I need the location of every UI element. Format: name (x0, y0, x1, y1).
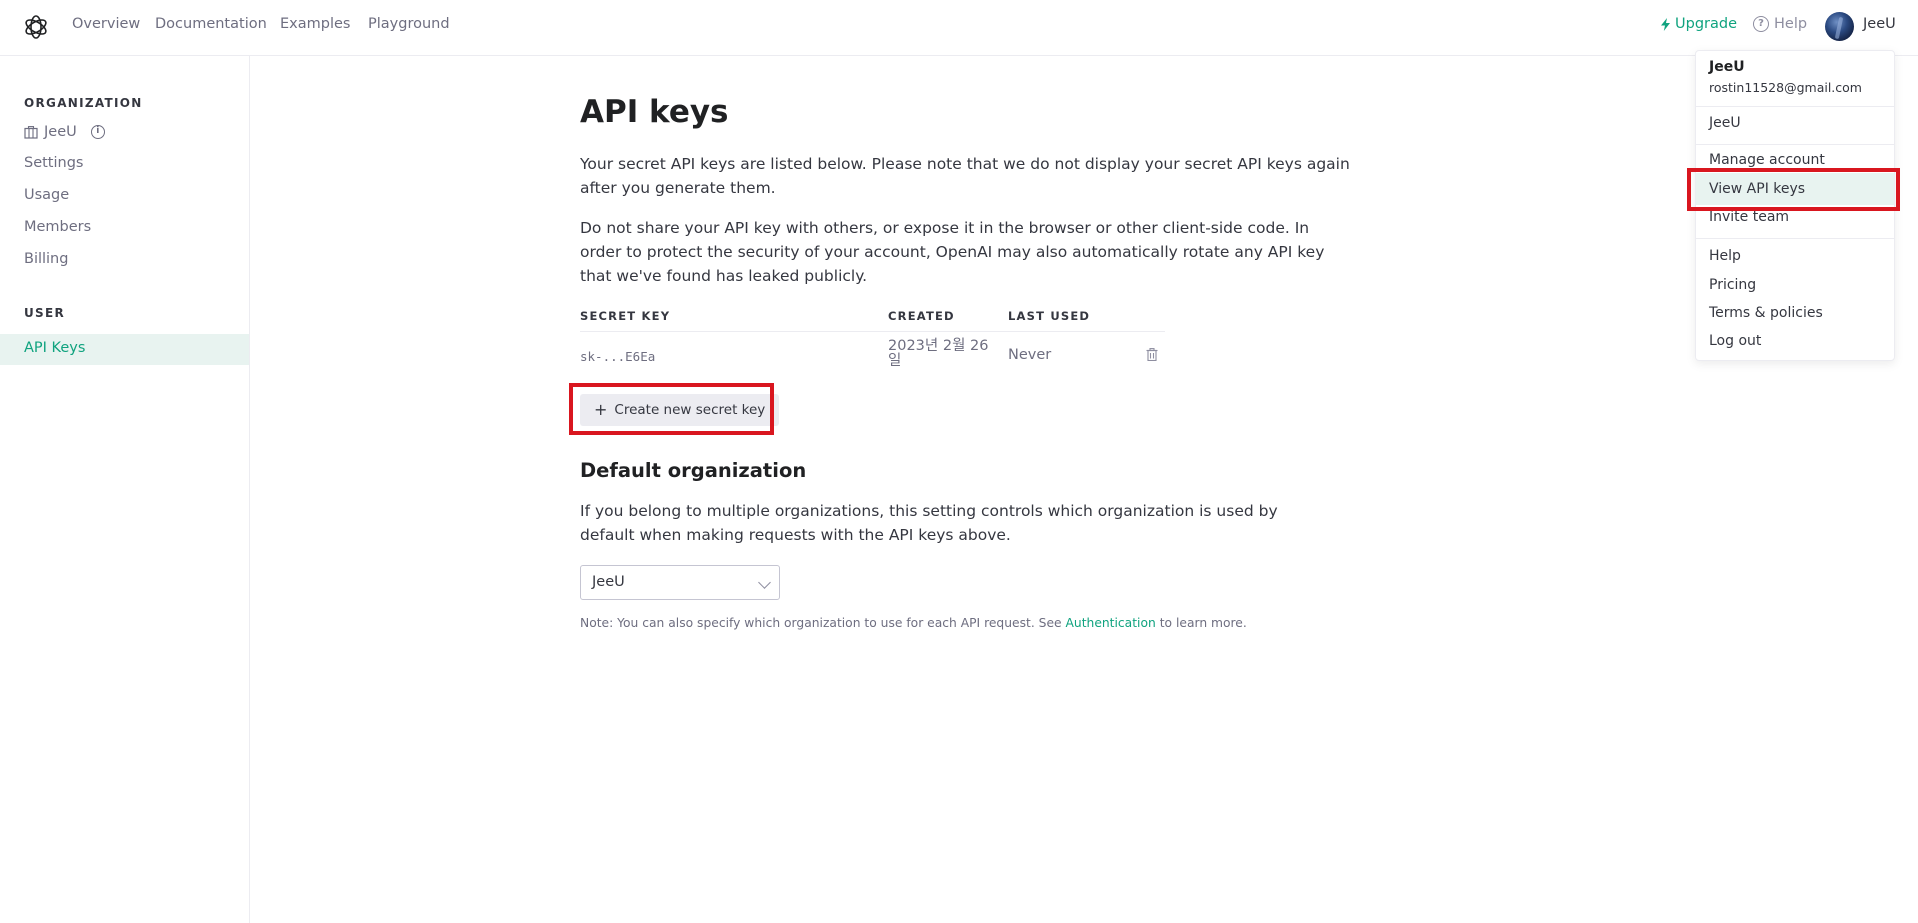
page-title: API keys (580, 94, 729, 130)
avatar[interactable] (1825, 12, 1854, 41)
sidebar-item-billing[interactable]: Billing (24, 251, 68, 267)
user-menu-name[interactable]: JeeU (1863, 16, 1896, 32)
column-header-created: CREATED (888, 309, 955, 323)
intro-paragraph: Your secret API keys are listed below. P… (580, 155, 1350, 197)
menu-divider (1696, 144, 1894, 145)
highlight-box-create-button (569, 383, 774, 435)
chevron-down-icon (758, 576, 771, 589)
created-date: 2023년 2월 26일 (888, 338, 989, 369)
info-icon[interactable]: i (90, 125, 105, 139)
lightning-icon (1661, 17, 1670, 31)
nav-playground-link[interactable]: Playground (368, 16, 450, 32)
note-suffix: to learn more. (1159, 616, 1247, 630)
default-org-select[interactable]: JeeU (580, 565, 780, 600)
column-header-secret-key: SECRET KEY (580, 309, 671, 323)
sidebar-org-name: JeeU (44, 124, 77, 140)
sidebar-item-usage[interactable]: Usage (24, 187, 69, 203)
secret-key-value: sk-...E6Ea (580, 349, 656, 364)
help-button[interactable]: ? Help (1753, 16, 1807, 32)
menu-item-org[interactable]: JeeU (1709, 115, 1741, 131)
menu-user-email: rostin11528@gmail.com (1709, 80, 1862, 95)
sidebar-user-heading: USER (24, 306, 66, 320)
menu-item-pricing[interactable]: Pricing (1709, 277, 1756, 293)
note-prefix: Note: You can also specify which organiz… (580, 616, 1062, 630)
security-warning-paragraph: Do not share your API key with others, o… (580, 219, 1325, 285)
top-navbar: Overview Documentation Examples Playgrou… (0, 0, 1918, 56)
menu-user-name: JeeU (1709, 59, 1745, 75)
upgrade-label: Upgrade (1675, 16, 1737, 32)
menu-item-manage-account[interactable]: Manage account (1709, 152, 1825, 168)
question-circle-icon: ? (1753, 16, 1769, 32)
building-icon (24, 125, 38, 139)
authentication-note: Note: You can also specify which organiz… (580, 616, 1247, 630)
openai-logo-icon[interactable] (22, 13, 50, 41)
sidebar-item-members[interactable]: Members (24, 219, 91, 235)
upgrade-button[interactable]: Upgrade (1660, 16, 1737, 32)
menu-item-help[interactable]: Help (1709, 248, 1741, 264)
menu-item-log-out[interactable]: Log out (1709, 333, 1761, 349)
sidebar-org-selector[interactable]: JeeU i (24, 124, 105, 140)
sidebar-item-api-keys[interactable]: API Keys (0, 334, 249, 365)
nav-examples-link[interactable]: Examples (280, 16, 350, 32)
sidebar-org-heading: ORGANIZATION (24, 96, 143, 110)
highlight-box-view-api-keys (1687, 168, 1900, 211)
nav-documentation-link[interactable]: Documentation (155, 16, 267, 32)
sidebar: ORGANIZATION JeeU i Settings Usage Membe… (0, 56, 250, 923)
authentication-link[interactable]: Authentication (1066, 616, 1156, 630)
column-header-last-used: LAST USED (1008, 309, 1091, 323)
menu-divider (1696, 238, 1894, 239)
help-label: Help (1774, 16, 1808, 32)
sidebar-item-settings[interactable]: Settings (24, 155, 83, 171)
table-divider (580, 331, 1165, 332)
menu-item-invite-team[interactable]: Invite team (1709, 209, 1789, 225)
sidebar-item-label: API Keys (24, 340, 86, 356)
menu-divider (1696, 106, 1894, 107)
last-used-value: Never (1008, 347, 1052, 363)
default-org-select-value: JeeU (592, 574, 625, 590)
default-org-description: If you belong to multiple organizations,… (580, 502, 1278, 544)
default-org-heading: Default organization (580, 459, 807, 482)
menu-item-terms-policies[interactable]: Terms & policies (1709, 305, 1823, 321)
nav-overview-link[interactable]: Overview (72, 16, 140, 32)
trash-icon[interactable] (1146, 348, 1158, 361)
